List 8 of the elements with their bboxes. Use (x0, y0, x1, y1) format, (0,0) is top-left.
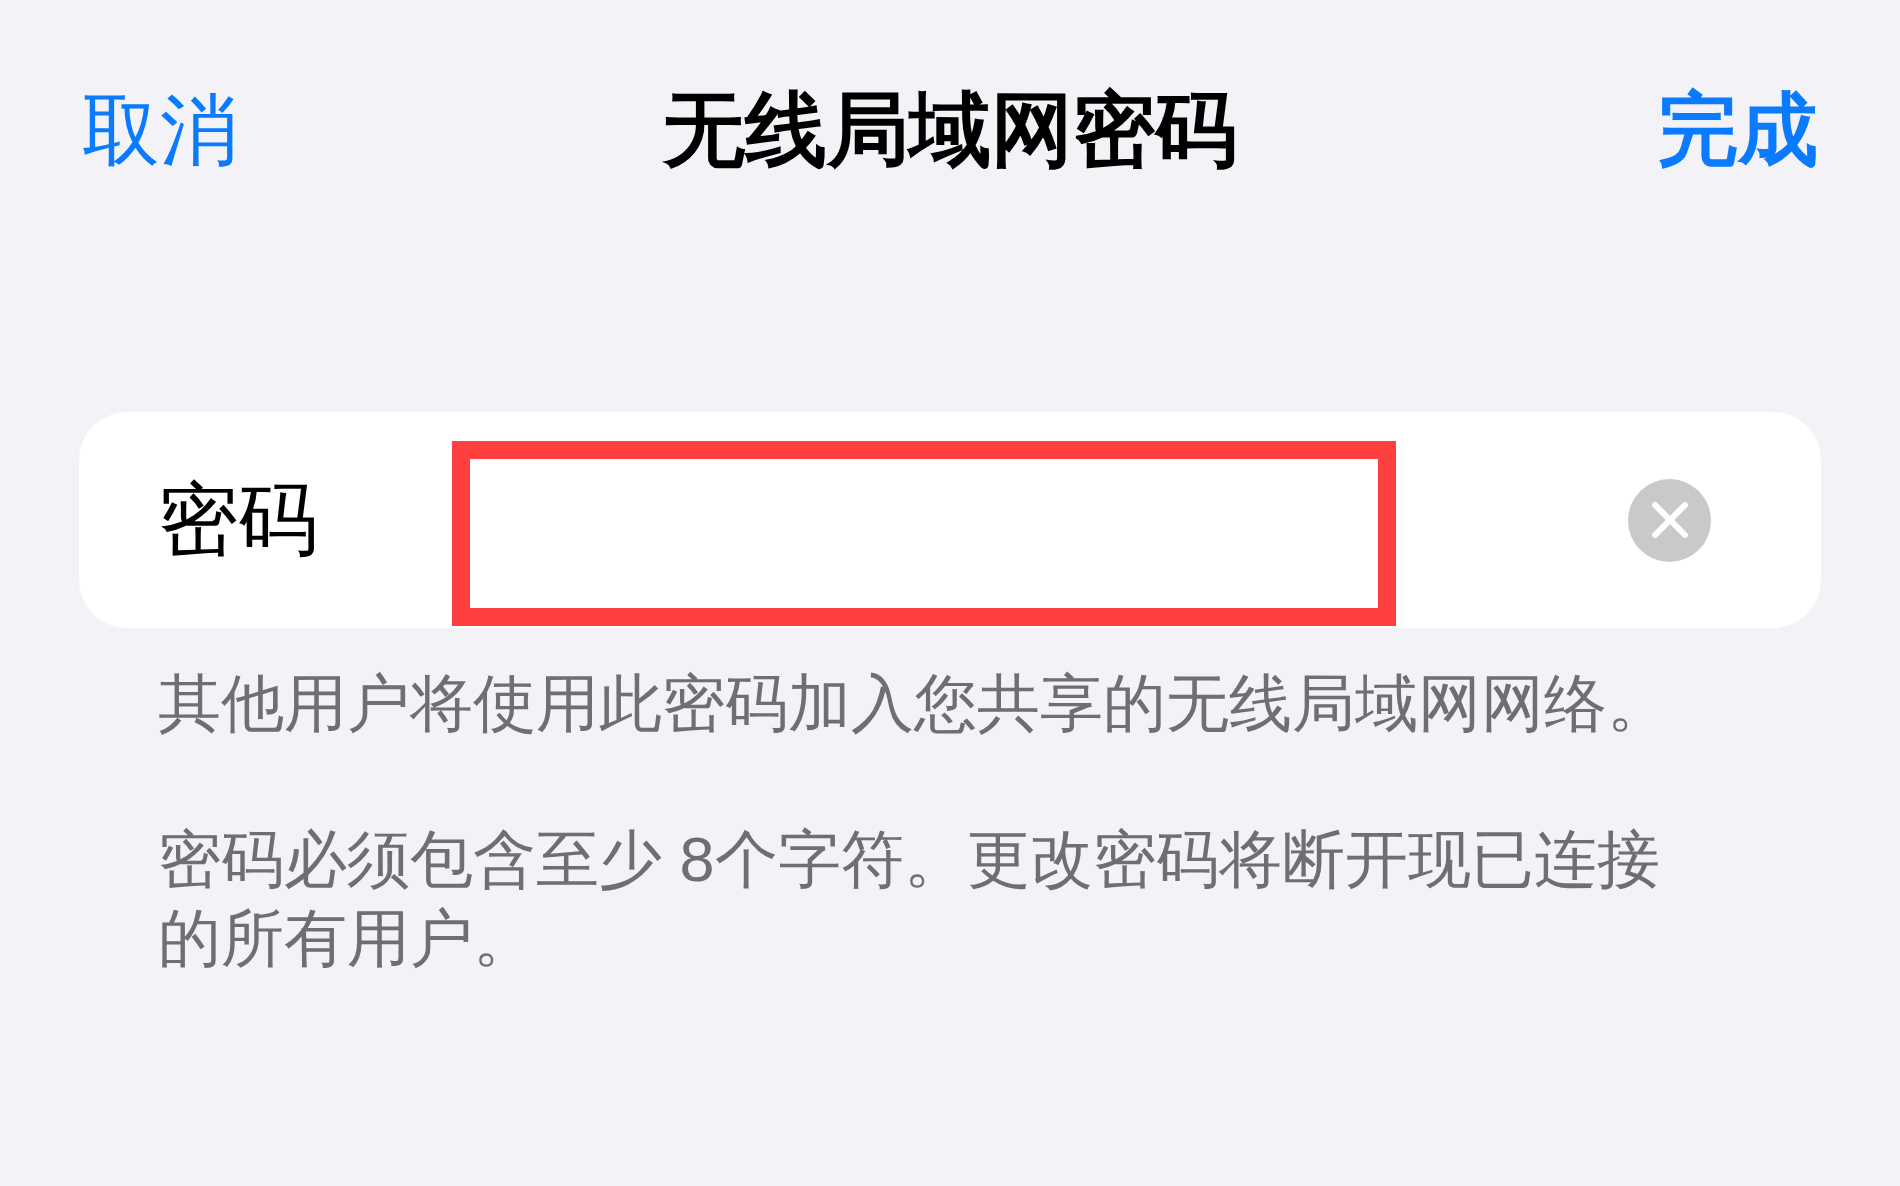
footer-note: 其他用户将使用此密码加入您共享的无线局域网网络。 (158, 667, 1671, 740)
password-label: 密码 (158, 474, 318, 566)
cancel-button[interactable]: 取消 (82, 80, 238, 180)
close-icon (1650, 501, 1689, 539)
password-field[interactable]: 密码 (79, 412, 1821, 628)
nav-title: 无线局域网密码 (663, 83, 1237, 177)
done-button[interactable]: 完成 (1658, 80, 1818, 180)
footer-note: 密码必须包含至少 8个字符。更改密码将断开现已连接的所有用户。 (158, 823, 1661, 975)
